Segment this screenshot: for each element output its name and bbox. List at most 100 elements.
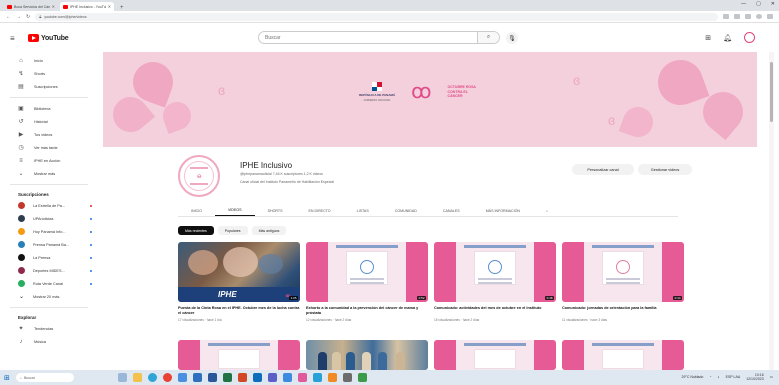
app-icon[interactable] — [298, 373, 307, 382]
photos-icon[interactable] — [283, 373, 292, 382]
video-thumbnail[interactable] — [178, 340, 300, 370]
video-title[interactable]: Comunicado: jornadas de orientación para… — [562, 306, 684, 316]
video-thumbnail[interactable]: 0:48 — [434, 242, 556, 302]
edge-icon[interactable] — [148, 373, 157, 382]
store-icon[interactable] — [178, 373, 187, 382]
browser-tab[interactable]: Boca Servicios del Cáncer - Yo ✕ — [4, 2, 58, 11]
video-thumbnail[interactable] — [562, 340, 684, 370]
tab-videos[interactable]: VIDEOS — [214, 205, 255, 216]
video-title[interactable]: Exhorto a la comunidad a la prevención d… — [306, 306, 428, 316]
sidebar-item[interactable]: ✦ Tendencias — [0, 322, 98, 335]
video-thumbnail[interactable]: IPHE ꝏ 1:05 — [178, 242, 300, 302]
profile-icon[interactable] — [756, 14, 762, 19]
video-card[interactable] — [178, 340, 300, 370]
tab-en-directo[interactable]: EN DIRECTO — [296, 205, 344, 216]
account-avatar[interactable] — [744, 32, 755, 43]
app-icon[interactable] — [328, 373, 337, 382]
video-card[interactable] — [306, 340, 428, 370]
sidebar-item[interactable]: ≡ IPHE en Acción — [0, 154, 98, 167]
back-icon[interactable]: ← — [6, 14, 11, 20]
app-icon[interactable] — [358, 373, 367, 382]
reload-icon[interactable]: ↻ — [26, 14, 30, 20]
more-menu-icon[interactable] — [767, 14, 773, 19]
volume-icon[interactable]: ◖ — [718, 375, 720, 379]
extension-icon[interactable] — [734, 14, 740, 19]
close-tab-icon[interactable]: ✕ — [108, 4, 111, 9]
mail-icon[interactable] — [193, 373, 202, 382]
video-card[interactable]: 0:52 Exhorto a la comunidad a la prevenc… — [306, 242, 428, 322]
voice-search-icon[interactable]: 🎙︎ — [506, 32, 518, 44]
forward-icon[interactable]: → — [16, 14, 21, 20]
close-tab-icon[interactable]: ✕ — [52, 4, 55, 9]
weather-text[interactable]: 29°C Nublado — [682, 375, 704, 379]
channel-avatar[interactable]: ဓ — [178, 155, 220, 197]
file-explorer-icon[interactable] — [133, 373, 142, 382]
app-icon[interactable] — [343, 373, 352, 382]
tab-inicio[interactable]: INICIO — [178, 205, 215, 216]
sidebar-item[interactable]: ▣ Biblioteca — [0, 102, 98, 115]
tab-canales[interactable]: CANALES — [430, 205, 473, 216]
teams-icon[interactable] — [268, 373, 277, 382]
language-indicator[interactable]: ESP LAA — [726, 375, 741, 379]
close-window-icon[interactable]: ✕ — [771, 1, 775, 7]
sort-chip[interactable]: Más antiguos — [251, 226, 287, 235]
video-title[interactable]: Comunicado: actividades del mes de octub… — [434, 306, 556, 316]
extension-icon[interactable] — [723, 14, 729, 19]
scrollbar-thumb[interactable] — [770, 62, 773, 122]
video-thumbnail[interactable] — [434, 340, 556, 370]
taskbar-search[interactable]: ⌕ Buscar — [16, 373, 74, 382]
video-card[interactable]: 0:48 Comunicado: actividades del mes de … — [434, 242, 556, 322]
minimize-icon[interactable]: — — [741, 1, 746, 7]
sort-chip[interactable]: Más recientes — [178, 226, 214, 235]
video-thumbnail[interactable] — [306, 340, 428, 370]
search-input[interactable] — [259, 34, 477, 41]
sidebar-item[interactable]: ⌄ Mostrar más — [0, 167, 98, 180]
youtube-logo[interactable]: YouTube — [28, 34, 69, 42]
video-card[interactable]: IPHE ꝏ 1:05 Puesta de la Cinta Rosa en e… — [178, 242, 300, 322]
page-scrollbar[interactable] — [769, 52, 774, 370]
excel-icon[interactable] — [223, 373, 232, 382]
subscription-item[interactable]: La Prensa — [0, 251, 98, 264]
clock[interactable]: 10:16 12/10/2023 — [746, 373, 764, 381]
subscription-item[interactable]: Ruta Verde Canal — [0, 277, 98, 290]
sidebar-item[interactable]: ⌂ Inicio — [0, 54, 98, 67]
word-icon[interactable] — [208, 373, 217, 382]
search-icon[interactable]: ⌕ — [477, 32, 499, 43]
channel-description[interactable]: Canal oficial del Instituto Panameño de … — [240, 180, 334, 184]
windows-start-icon[interactable]: ⊞ — [4, 374, 16, 382]
customize-channel-button[interactable]: Personalizar canal — [572, 164, 634, 175]
menu-icon[interactable]: ≡ — [10, 34, 28, 43]
app-icon[interactable] — [313, 373, 322, 382]
subscription-item[interactable]: Hoy Panamá Info... — [0, 225, 98, 238]
manage-videos-button[interactable]: Gestionar videos — [638, 164, 692, 175]
maximize-icon[interactable]: ▢ — [756, 1, 761, 7]
create-video-icon[interactable]: ⊞ — [705, 34, 711, 42]
video-title[interactable]: Puesta de la Cinta Rosa en el IPHE. Octu… — [178, 306, 300, 316]
sort-chip[interactable]: Populares — [217, 226, 248, 235]
omnibox[interactable]: 🔒︎ youtube.com/@iphe/videos — [35, 12, 718, 21]
sidebar-item[interactable]: ▤ Suscripciones — [0, 80, 98, 93]
sidebar-item[interactable]: ▶ Tus videos — [0, 128, 98, 141]
video-card[interactable] — [434, 340, 556, 370]
sidebar-item[interactable]: ◷ Ver más tarde — [0, 141, 98, 154]
sidebar-item[interactable]: ↺ Historial — [0, 115, 98, 128]
sidebar-item[interactable]: ↯ Shorts — [0, 67, 98, 80]
outlook-icon[interactable] — [253, 373, 262, 382]
sidebar-item[interactable]: ♪ Música — [0, 335, 98, 348]
browser-tab-active[interactable]: IPHE Inclusivo - YouTube ✕ — [60, 2, 114, 11]
tab-más-información[interactable]: MÁS INFORMACIÓN — [473, 205, 533, 216]
powerpoint-icon[interactable] — [238, 373, 247, 382]
taskview-icon[interactable] — [118, 373, 127, 382]
chrome-icon[interactable] — [163, 373, 172, 382]
tab-comunidad[interactable]: COMUNIDAD — [382, 205, 430, 216]
tab-shorts[interactable]: SHORTS — [255, 205, 296, 216]
video-thumbnail[interactable]: 0:44 — [562, 242, 684, 302]
tab-listas[interactable]: LISTAS — [344, 205, 382, 216]
subscription-item[interactable]: La Estrella de Pa... — [0, 199, 98, 212]
subscription-item[interactable]: ⌄ Mostrar 20 más — [0, 290, 98, 303]
notifications-center-icon[interactable]: ▭ — [770, 375, 773, 379]
extension-icon[interactable] — [745, 14, 751, 19]
subscription-item[interactable]: UPAnoticias — [0, 212, 98, 225]
wifi-icon[interactable]: ◔ — [709, 375, 711, 379]
subscription-item[interactable]: Deportes MIDES... — [0, 264, 98, 277]
